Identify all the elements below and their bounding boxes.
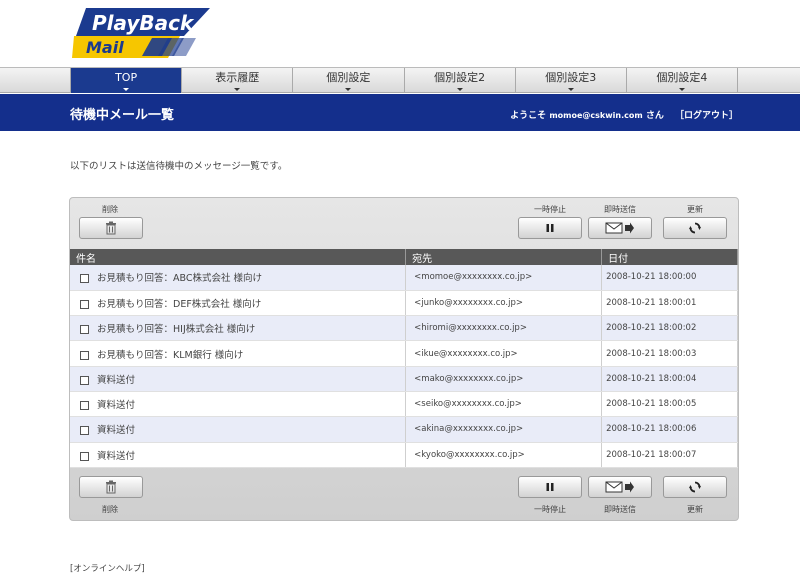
intro-text: 以下のリストは送信待機中のメッセージ一覧です。 [70, 161, 288, 172]
send-now-button-top[interactable] [588, 217, 652, 239]
column-header-subject[interactable]: 件名 [70, 249, 407, 265]
welcome-suffix: さん [645, 111, 664, 121]
table-row[interactable]: お見積もり回答：KLM銀行 様向け <ikue@xxxxxxxx.co.jp> … [70, 340, 738, 367]
pause-icon [546, 483, 554, 491]
main-nav: TOP 表示履歴 個別設定 個別設定2 個別設定3 個別設定4 [0, 67, 800, 93]
caret-down-icon [345, 88, 352, 91]
refresh-label-bottom: 更新 [687, 505, 703, 514]
nav-tab-top[interactable]: TOP [71, 68, 183, 93]
nav-tab-history[interactable]: 表示履歴 [182, 68, 294, 93]
delete-button-bottom[interactable] [79, 476, 143, 498]
send-now-label-top: 即時送信 [604, 205, 636, 214]
delete-button-top[interactable] [79, 217, 143, 239]
caret-down-icon [567, 88, 574, 91]
nav-tab-settings-3[interactable]: 個別設定3 [516, 68, 627, 93]
pause-label-top: 一時停止 [534, 205, 566, 214]
column-header-date[interactable]: 日付 [601, 249, 738, 265]
pause-icon [546, 224, 554, 232]
table-row[interactable]: お見積もり回答：HIJ株式会社 様向け <hiromi@xxxxxxxx.co.… [70, 315, 738, 342]
refresh-icon [689, 222, 701, 234]
row-checkbox[interactable] [80, 375, 89, 385]
online-help-link[interactable]: [オンラインヘルプ] [70, 562, 145, 574]
caret-down-icon [123, 88, 130, 91]
logo-text-playback: PlayBack [92, 11, 195, 35]
table-row[interactable]: お見積もり回答：DEF株式会社 様向け <junko@xxxxxxxx.co.j… [70, 290, 738, 317]
user-email: momoe@cskwin.com [549, 111, 643, 120]
playback-mail-logo: PlayBack Mail [72, 6, 212, 60]
row-checkbox[interactable] [80, 299, 89, 309]
column-header-to[interactable]: 宛先 [405, 249, 603, 265]
table-row[interactable]: お見積もり回答：ABC株式会社 様向け <momoe@xxxxxxxx.co.j… [70, 265, 738, 291]
caret-down-icon [234, 88, 241, 91]
pause-button-bottom[interactable] [518, 476, 582, 498]
nav-tab-settings[interactable]: 個別設定 [293, 68, 405, 93]
nav-tab-settings-4[interactable]: 個別設定4 [627, 68, 739, 93]
envelope-arrow-icon [605, 222, 634, 234]
table-row[interactable]: 資料送付 <seiko@xxxxxxxx.co.jp> 2008-10-21 1… [70, 391, 738, 418]
table-row[interactable]: 資料送付 <akina@xxxxxxxx.co.jp> 2008-10-21 1… [70, 416, 738, 443]
table-row[interactable]: 資料送付 <mako@xxxxxxxx.co.jp> 2008-10-21 18… [70, 366, 738, 392]
delete-label-top: 削除 [102, 205, 118, 214]
message-table: 件名 宛先 日付 お見積もり回答：ABC株式会社 様向け <momoe@xxxx… [70, 249, 738, 468]
row-checkbox[interactable] [80, 426, 89, 436]
refresh-icon [689, 481, 701, 493]
pause-button-top[interactable] [518, 217, 582, 239]
refresh-label-top: 更新 [687, 205, 703, 214]
caret-down-icon [456, 88, 463, 91]
row-checkbox[interactable] [80, 401, 89, 411]
refresh-button-bottom[interactable] [663, 476, 727, 498]
row-checkbox[interactable] [80, 325, 89, 335]
table-row[interactable]: 資料送付 <kyoko@xxxxxxxx.co.jp> 2008-10-21 1… [70, 442, 738, 468]
row-checkbox[interactable] [80, 350, 89, 360]
trash-icon [106, 221, 116, 235]
pause-label-bottom: 一時停止 [534, 505, 566, 514]
logout-link[interactable]: ［ログアウト］ [675, 111, 738, 121]
row-checkbox[interactable] [80, 274, 89, 284]
refresh-button-top[interactable] [663, 217, 727, 239]
send-now-button-bottom[interactable] [588, 476, 652, 498]
send-now-label-bottom: 即時送信 [604, 505, 636, 514]
title-bar: 待機中メール一覧 ようこそ momoe@cskwin.com さん ［ログアウト… [0, 94, 800, 131]
logo-text-mail: Mail [86, 38, 124, 57]
welcome-message: ようこそ momoe@cskwin.com さん ［ログアウト］ [510, 108, 738, 121]
trash-icon [106, 480, 116, 494]
page-title: 待機中メール一覧 [70, 108, 175, 123]
welcome-prefix: ようこそ [510, 111, 547, 121]
envelope-arrow-icon [605, 481, 634, 493]
row-checkbox[interactable] [80, 451, 89, 461]
delete-label-bottom: 削除 [102, 505, 118, 514]
caret-down-icon [678, 88, 685, 91]
nav-tab-settings-2[interactable]: 個別設定2 [405, 68, 516, 93]
